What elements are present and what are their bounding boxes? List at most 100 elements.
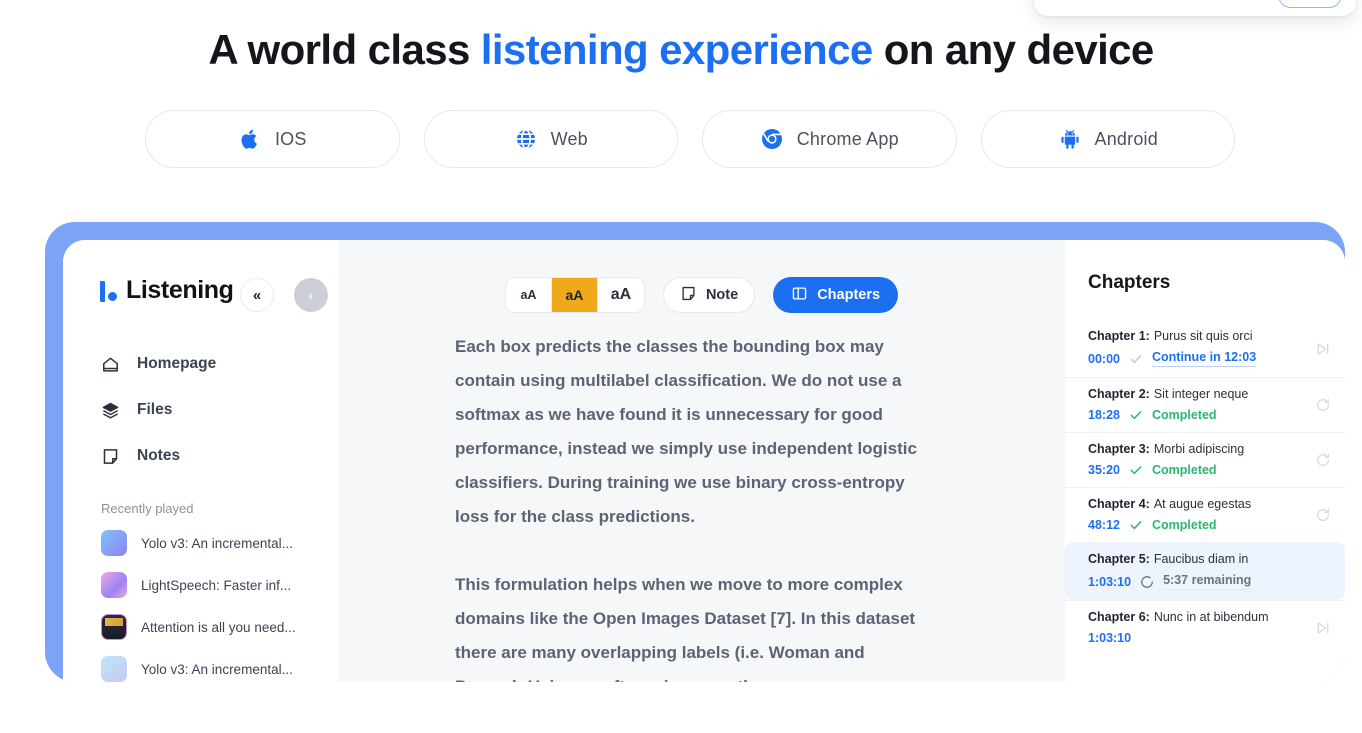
chapter-meta: 00:00 Continue in 12:03 (1088, 350, 1305, 367)
chapter-row[interactable]: Chapter 6: Nunc in at bibendum 1:03:10 (1065, 600, 1345, 655)
brand-name: Listening (126, 276, 234, 304)
chapter-name: Nunc in at bibendum (1153, 610, 1269, 624)
chapter-status: Completed (1151, 408, 1217, 422)
chapter-status: Continue in 12:03 (1151, 350, 1257, 367)
chapter-meta: 18:28 Completed (1088, 408, 1305, 422)
list-item-label: Yolo v3: An incremental... (141, 535, 293, 551)
chapter-name: At augue egestas (1153, 497, 1252, 511)
android-icon (1058, 127, 1082, 151)
platform-list: IOS Web Chrome App Android (145, 110, 1235, 168)
chapters-toggle-button[interactable]: Chapters (773, 277, 899, 313)
chapter-heading: Chapter 1: Purus sit quis orci (1088, 329, 1305, 343)
chapter-meta: 48:12 Completed (1088, 518, 1305, 532)
font-size-large-button[interactable]: aA (597, 278, 644, 312)
chrome-icon (760, 127, 784, 151)
chapter-status: Completed (1151, 463, 1217, 477)
platform-button-chrome[interactable]: Chrome App (702, 110, 957, 168)
list-item[interactable]: Yolo v3: An incremental... (63, 648, 338, 682)
in-progress-icon (1141, 575, 1153, 588)
chapter-name: Faucibus diam in (1153, 552, 1249, 566)
chapter-row[interactable]: Chapter 1: Purus sit quis orci 00:00 Cont… (1065, 320, 1345, 377)
reader-body: Each box predicts the classes the boundi… (455, 330, 925, 682)
replay-icon[interactable] (1315, 452, 1331, 468)
headline-highlight: listening experience (480, 26, 873, 73)
note-icon (101, 447, 120, 466)
reader-pane: « ‹ aA aA aA Note Chapters Each box pred… (240, 240, 1065, 682)
chapter-heading: Chapter 6: Nunc in at bibendum (1088, 610, 1305, 624)
reader-toolbar: aA aA aA Note Chapters (338, 277, 1065, 313)
track-thumbnail (101, 614, 127, 640)
chapter-number: Chapter 2: (1088, 387, 1150, 401)
skip-next-icon[interactable] (1315, 341, 1331, 357)
reader-paragraph: This formulation helps when we move to m… (455, 575, 916, 682)
chapter-time: 35:20 (1088, 463, 1120, 477)
skip-next-icon[interactable] (1315, 620, 1331, 636)
chapter-heading: Chapter 3: Morbi adipiscing (1088, 442, 1305, 456)
chapter-heading: Chapter 5: Faucibus diam in (1088, 552, 1305, 566)
sidebar-item-files[interactable]: Files (63, 387, 338, 433)
double-chevron-left-icon: « (252, 286, 262, 304)
chapter-status: 5:37 remaining (1163, 573, 1252, 590)
panel-icon (791, 285, 808, 306)
replay-icon[interactable] (1315, 397, 1331, 413)
platform-button-web[interactable]: Web (423, 110, 678, 168)
app-window-frame: Listening Homepage Files Notes Recently … (45, 222, 1345, 682)
chapter-row-active[interactable]: Chapter 5: Faucibus diam in 1:03:10 5:37 … (1065, 542, 1345, 600)
platform-button-ios[interactable]: IOS (145, 110, 400, 168)
note-button[interactable]: Note (662, 277, 756, 313)
chapters-list: Chapter 1: Purus sit quis orci 00:00 Cont… (1065, 320, 1345, 655)
chapter-time: 1:03:10 (1088, 631, 1132, 645)
collapse-controls: « ‹ (240, 278, 328, 312)
replay-icon[interactable] (1315, 507, 1331, 523)
chapter-row[interactable]: Chapter 4: At augue egestas 48:12 Complet… (1065, 487, 1345, 542)
chapter-heading: Chapter 4: At augue egestas (1088, 497, 1305, 511)
list-item[interactable]: Attention is all you need... (63, 606, 338, 648)
chapter-row[interactable]: Chapter 2: Sit integer neque 18:28 Comple… (1065, 377, 1345, 432)
sidebar-nav: Homepage Files Notes (63, 341, 338, 479)
list-item[interactable]: LightSpeech: Faster inf... (63, 564, 338, 606)
chapter-number: Chapter 4: (1088, 497, 1150, 511)
back-button[interactable]: ‹ (294, 278, 328, 312)
platform-label: IOS (274, 128, 307, 149)
floating-card-button[interactable] (1278, 0, 1342, 8)
sidebar-item-notes[interactable]: Notes (63, 433, 338, 479)
chapters-panel: Chapters Chapter 1: Purus sit quis orci 0… (1065, 240, 1345, 682)
chapter-heading: Chapter 2: Sit integer neque (1088, 387, 1305, 401)
platform-label: Android (1094, 128, 1158, 149)
list-item-label: Attention is all you need... (141, 619, 296, 635)
apple-icon (238, 127, 262, 151)
chapters-panel-title: Chapters (1088, 272, 1171, 293)
list-item-label: Yolo v3: An incremental... (141, 661, 293, 677)
font-size-medium-button[interactable]: aA (551, 278, 598, 312)
font-size-small-button[interactable]: aA (505, 278, 552, 312)
platform-button-android[interactable]: Android (980, 110, 1235, 168)
listening-logo-icon (100, 280, 117, 302)
globe-icon (514, 127, 538, 151)
list-item[interactable]: Yolo v3: An incremental... (63, 522, 338, 564)
platform-label: Web (550, 128, 588, 149)
check-icon (1130, 521, 1142, 530)
list-item-label: LightSpeech: Faster inf... (141, 577, 292, 593)
platform-label: Chrome App (796, 128, 899, 149)
chapter-meta: 1:03:10 (1088, 631, 1305, 645)
check-icon (1130, 354, 1142, 363)
chapter-name: Morbi adipiscing (1153, 442, 1245, 456)
chapter-meta: 35:20 Completed (1088, 463, 1305, 477)
chapter-time: 48:12 (1088, 518, 1120, 532)
chapter-row[interactable]: Chapter 3: Morbi adipiscing 35:20 Complet… (1065, 432, 1345, 487)
chapters-button-label: Chapters (817, 287, 881, 303)
chapter-number: Chapter 5: (1088, 552, 1150, 566)
note-icon (680, 285, 697, 306)
track-thumbnail (101, 656, 127, 682)
sidebar-item-homepage[interactable]: Homepage (63, 341, 338, 387)
collapse-sidebar-button[interactable]: « (240, 278, 274, 312)
chapter-number: Chapter 6: (1088, 610, 1150, 624)
track-thumbnail (101, 530, 127, 556)
page-title: A world class listening experience on an… (0, 26, 1362, 74)
chapter-name: Sit integer neque (1153, 387, 1249, 401)
chapter-status: Completed (1151, 518, 1217, 532)
chevron-left-icon: ‹ (308, 286, 314, 304)
sidebar-item-label: Files (137, 401, 173, 418)
font-size-segmented-control: aA aA aA (504, 277, 645, 313)
track-thumbnail (101, 572, 127, 598)
